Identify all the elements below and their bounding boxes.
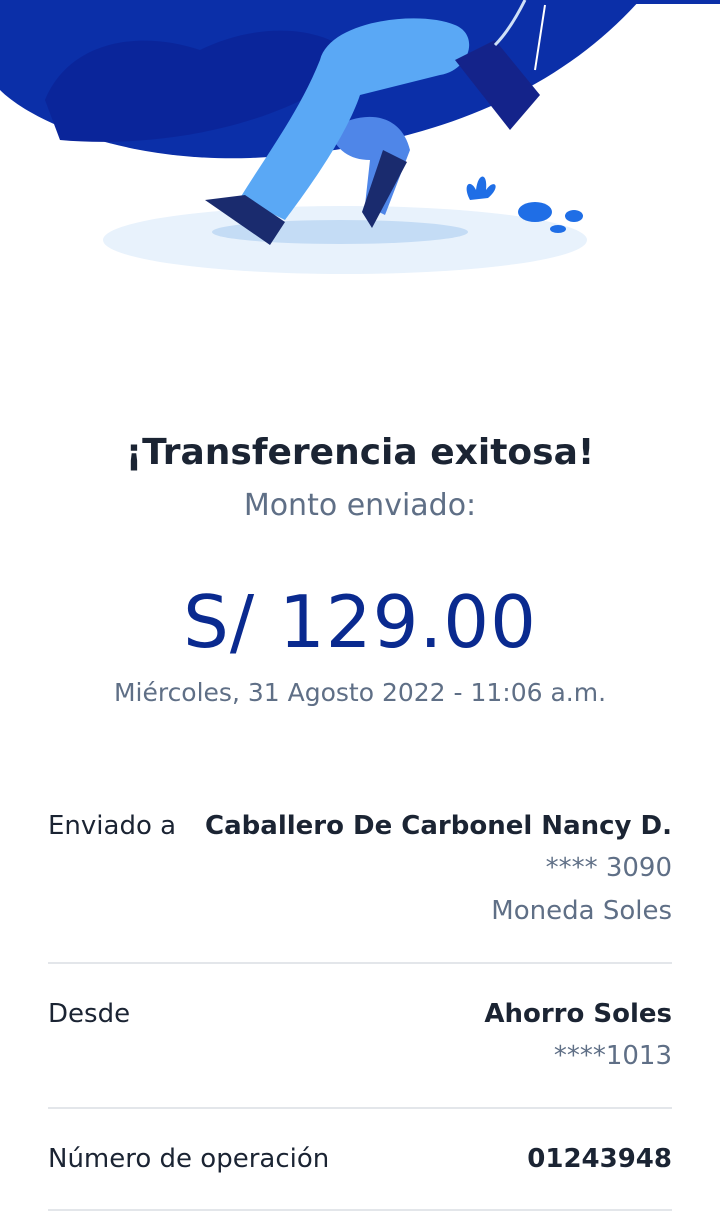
operation-label: Número de operación bbox=[48, 1144, 330, 1174]
recipient-row: Enviado a Caballero De Carbonel Nancy D.… bbox=[48, 811, 672, 931]
success-illustration bbox=[0, 0, 640, 274]
source-account-number: ****1013 bbox=[553, 1041, 672, 1071]
recipient-name: Caballero De Carbonel Nancy D. bbox=[205, 811, 672, 841]
amount-label: Monto enviado: bbox=[243, 488, 477, 523]
success-title: ¡Transferencia exitosa! bbox=[125, 432, 595, 473]
divider bbox=[48, 1209, 672, 1211]
plant-leaves bbox=[466, 176, 496, 200]
source-account-name: Ahorro Soles bbox=[484, 999, 672, 1029]
divider bbox=[48, 1107, 672, 1109]
recipient-label: Enviado a bbox=[48, 811, 177, 841]
divider bbox=[48, 962, 672, 964]
source-row: Desde Ahorro Soles ****1013 bbox=[48, 999, 672, 1079]
pebble-small bbox=[550, 225, 566, 233]
recipient-account: **** 3090 bbox=[545, 853, 672, 883]
recipient-currency: Moneda Soles bbox=[491, 896, 672, 926]
pebble-large bbox=[518, 202, 552, 222]
transaction-datetime: Miércoles, 31 Agosto 2022 - 11:06 a.m. bbox=[113, 678, 607, 707]
operation-number: 01243948 bbox=[527, 1144, 672, 1174]
source-label: Desde bbox=[48, 999, 131, 1029]
pebble-medium bbox=[565, 210, 583, 222]
operation-row: Número de operación 01243948 bbox=[48, 1144, 672, 1184]
amount-value: S/ 129.00 bbox=[183, 580, 537, 664]
